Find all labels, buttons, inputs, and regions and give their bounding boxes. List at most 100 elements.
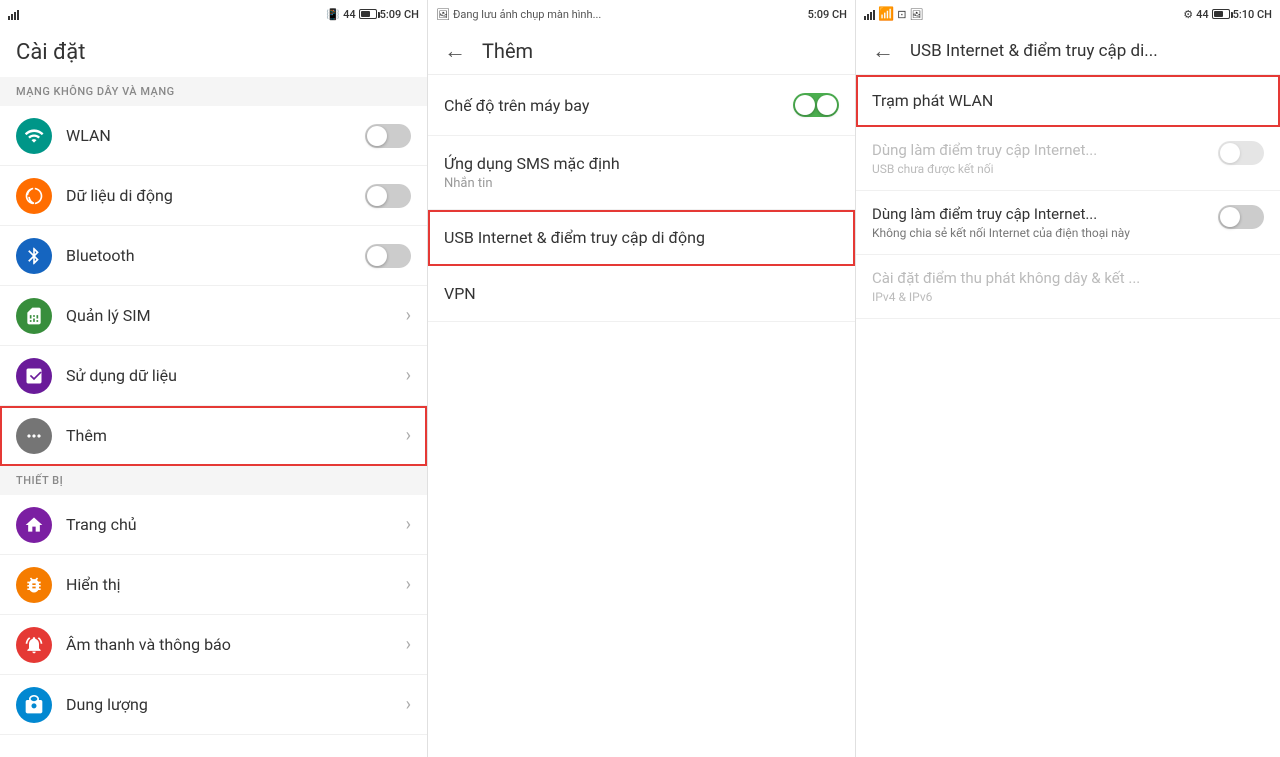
settings-item-display[interactable]: Hiển thị › bbox=[0, 555, 427, 615]
right-wifi-icon: 📶 bbox=[878, 7, 894, 22]
settings-item-storage[interactable]: Dung lượng › bbox=[0, 675, 427, 735]
more-label: Thêm bbox=[66, 426, 406, 445]
settings-item-wlan[interactable]: WLAN bbox=[0, 106, 427, 166]
data-usage-arrow: › bbox=[406, 365, 411, 386]
wlan-label: WLAN bbox=[66, 126, 365, 145]
hotspot-settings-title: Cài đặt điểm thu phát không dây & kết ..… bbox=[872, 269, 1264, 287]
middle-title: Thêm bbox=[482, 39, 533, 63]
middle-status-right: 5:09 CH bbox=[808, 8, 847, 21]
usb-internet-label: USB Internet & điểm truy cập di động bbox=[444, 228, 839, 247]
vibrate-icon: 📳 bbox=[326, 8, 340, 21]
sound-icon bbox=[16, 627, 52, 663]
right-panel: 📶 ⊡ 🖼 ⚙ 44 5:10 CH ← USB Internet & điểm… bbox=[856, 0, 1280, 757]
sound-text: Âm thanh và thông báo bbox=[66, 635, 406, 654]
sim-text: Quản lý SIM bbox=[66, 306, 406, 325]
settings-item-home[interactable]: Trang chủ › bbox=[0, 495, 427, 555]
section-device: THIẾT BỊ bbox=[0, 466, 427, 495]
more-arrow: › bbox=[406, 425, 411, 446]
middle-status-bar: 🖼 Đang lưu ảnh chụp màn hình... 5:09 CH bbox=[428, 0, 855, 28]
usb-internet-toggle-row[interactable]: Dùng làm điểm truy cập Internet... USB c… bbox=[856, 127, 1280, 191]
right-status-bar: 📶 ⊡ 🖼 ⚙ 44 5:10 CH bbox=[856, 0, 1280, 28]
storage-icon bbox=[16, 687, 52, 723]
mobile-data-toggle[interactable] bbox=[365, 184, 411, 208]
left-status-left bbox=[8, 8, 19, 20]
settings-item-data-usage[interactable]: Sử dụng dữ liệu › bbox=[0, 346, 427, 406]
right-title: USB Internet & điểm truy cập di... bbox=[910, 41, 1158, 61]
more-text: Thêm bbox=[66, 426, 406, 445]
left-app-header: Cài đặt bbox=[0, 28, 427, 77]
section-network: MẠNG KHÔNG DÂY VÀ MẠNG bbox=[0, 77, 427, 106]
right-settings-icon: ⚙ bbox=[1183, 8, 1193, 21]
wlan-icon bbox=[16, 118, 52, 154]
bluetooth-icon bbox=[16, 238, 52, 274]
settings-item-more[interactable]: Thêm › bbox=[0, 406, 427, 466]
right-status-left: 📶 ⊡ 🖼 bbox=[864, 7, 923, 22]
right-nav: ← USB Internet & điểm truy cập di... bbox=[856, 28, 1280, 75]
right-battery-level: 44 bbox=[1196, 8, 1209, 21]
flight-mode-row[interactable]: Chế độ trên máy bay bbox=[428, 75, 855, 136]
wlan-hotspot-item[interactable]: Trạm phát WLAN bbox=[856, 75, 1280, 127]
mobile-hotspot-toggle[interactable] bbox=[1218, 205, 1264, 229]
data-usage-label: Sử dụng dữ liệu bbox=[66, 366, 406, 385]
home-arrow: › bbox=[406, 514, 411, 535]
middle-panel: 🖼 Đang lưu ảnh chụp màn hình... 5:09 CH … bbox=[428, 0, 856, 757]
sim-arrow: › bbox=[406, 305, 411, 326]
storage-label: Dung lượng bbox=[66, 695, 406, 714]
wlan-toggle[interactable] bbox=[365, 124, 411, 148]
vpn-label: VPN bbox=[444, 284, 839, 303]
right-signal-icon bbox=[864, 8, 875, 20]
usb-internet-toggle-sub: USB chưa được kết nối bbox=[872, 162, 1218, 176]
display-text: Hiển thị bbox=[66, 575, 406, 594]
settings-item-bluetooth[interactable]: Bluetooth bbox=[0, 226, 427, 286]
time-middle: 5:09 CH bbox=[808, 8, 847, 21]
wlan-hotspot-label: Trạm phát WLAN bbox=[872, 91, 1264, 110]
mobile-hotspot-title: Dùng làm điểm truy cập Internet... bbox=[872, 205, 1218, 223]
back-button-right[interactable]: ← bbox=[872, 38, 894, 64]
hotspot-settings-text: Cài đặt điểm thu phát không dây & kết ..… bbox=[872, 269, 1264, 304]
left-status-right: 📳 44 5:09 CH bbox=[326, 8, 419, 21]
right-status-right: ⚙ 44 5:10 CH bbox=[1183, 8, 1272, 21]
left-title: Cài đặt bbox=[16, 40, 411, 65]
settings-item-sim[interactable]: Quản lý SIM › bbox=[0, 286, 427, 346]
mobile-hotspot-text: Dùng làm điểm truy cập Internet... Không… bbox=[872, 205, 1218, 240]
display-icon bbox=[16, 567, 52, 603]
screenshot-icon: 🖼 bbox=[436, 8, 450, 21]
bluetooth-text: Bluetooth bbox=[66, 246, 365, 265]
storage-text: Dung lượng bbox=[66, 695, 406, 714]
saving-text: Đang lưu ảnh chụp màn hình... bbox=[453, 8, 601, 21]
left-panel: 📳 44 5:09 CH Cài đặt MẠNG KHÔNG DÂY VÀ M… bbox=[0, 0, 428, 757]
data-usage-text: Sử dụng dữ liệu bbox=[66, 366, 406, 385]
sms-app-sub: Nhắn tin bbox=[444, 176, 839, 191]
bluetooth-toggle[interactable] bbox=[365, 244, 411, 268]
settings-item-sound[interactable]: Âm thanh và thông báo › bbox=[0, 615, 427, 675]
back-button-middle[interactable]: ← bbox=[444, 38, 466, 64]
home-label: Trang chủ bbox=[66, 515, 406, 534]
data-usage-icon bbox=[16, 358, 52, 394]
sound-label: Âm thanh và thông báo bbox=[66, 635, 406, 654]
signal-icon bbox=[8, 8, 19, 20]
time-right: 5:10 CH bbox=[1233, 8, 1272, 21]
middle-status-left: 🖼 Đang lưu ảnh chụp màn hình... bbox=[436, 8, 601, 21]
vpn-item[interactable]: VPN bbox=[428, 266, 855, 322]
usb-internet-toggle[interactable] bbox=[1218, 141, 1264, 165]
home-text: Trang chủ bbox=[66, 515, 406, 534]
battery-level-left: 44 bbox=[343, 8, 356, 21]
wlan-text: WLAN bbox=[66, 126, 365, 145]
mobile-data-label: Dữ liệu di động bbox=[66, 186, 365, 205]
mobile-hotspot-row[interactable]: Dùng làm điểm truy cập Internet... Không… bbox=[856, 191, 1280, 255]
sms-app-label: Ứng dụng SMS mặc định bbox=[444, 154, 839, 173]
sms-app-item[interactable]: Ứng dụng SMS mặc định Nhắn tin bbox=[428, 136, 855, 210]
usb-internet-item[interactable]: USB Internet & điểm truy cập di động bbox=[428, 210, 855, 266]
flight-mode-toggle[interactable] bbox=[793, 93, 839, 117]
storage-arrow: › bbox=[406, 694, 411, 715]
usb-internet-toggle-text: Dùng làm điểm truy cập Internet... USB c… bbox=[872, 141, 1218, 176]
sim-label: Quản lý SIM bbox=[66, 306, 406, 325]
mobile-hotspot-sub: Không chia sẻ kết nối Internet của điện … bbox=[872, 226, 1218, 240]
home-icon bbox=[16, 507, 52, 543]
right-screenshot-icon: 🖼 bbox=[909, 8, 923, 21]
display-arrow: › bbox=[406, 574, 411, 595]
settings-item-mobile-data[interactable]: Dữ liệu di động bbox=[0, 166, 427, 226]
battery-icon-left bbox=[359, 9, 377, 19]
more-icon bbox=[16, 418, 52, 454]
time-left: 5:09 CH bbox=[380, 8, 419, 21]
